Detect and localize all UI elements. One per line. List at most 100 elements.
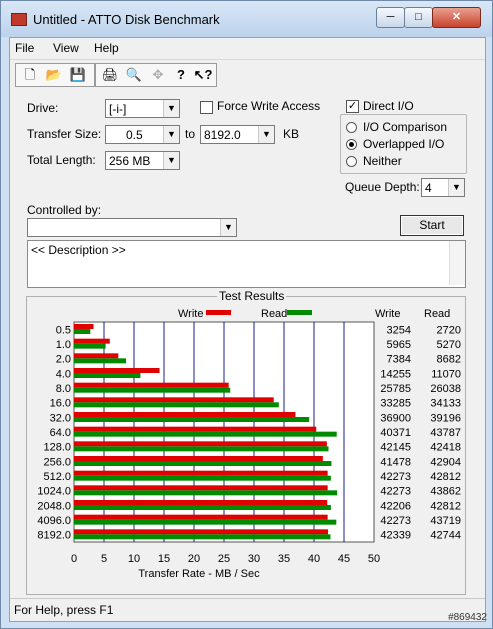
- queue-depth-label: Queue Depth:: [345, 180, 420, 194]
- read-bar: [74, 358, 127, 364]
- read-value: 42812: [430, 500, 461, 512]
- menu-file[interactable]: File: [15, 41, 34, 55]
- description-box[interactable]: << Description >>: [27, 240, 466, 288]
- write-bar: [74, 426, 317, 432]
- total-length-label: Total Length:: [27, 153, 96, 167]
- watermark-text: #869432: [448, 612, 487, 623]
- y-tick-label: 2.0: [56, 354, 71, 366]
- print-icon[interactable]: 🖨: [100, 65, 120, 85]
- read-bar: [74, 490, 338, 496]
- read-value: 39196: [430, 412, 461, 424]
- y-tick-label: 1.0: [56, 339, 71, 351]
- queue-depth-select[interactable]: 4 ▼: [421, 178, 465, 197]
- transfer-to-select[interactable]: 8192.0 ▼: [200, 125, 275, 144]
- print-preview-icon[interactable]: 🔍: [124, 65, 144, 85]
- read-value: 43719: [430, 515, 461, 527]
- chevron-down-icon: ▼: [258, 126, 274, 143]
- x-axis-label: Transfer Rate - MB / Sec: [138, 568, 260, 580]
- y-tick-label: 128.0: [43, 442, 71, 454]
- x-tick-label: 35: [278, 553, 290, 565]
- move-icon[interactable]: ✥: [148, 65, 168, 85]
- save-icon[interactable]: 💾: [68, 65, 88, 85]
- write-value: 42273: [380, 486, 411, 498]
- total-length-select[interactable]: 256 MB ▼: [105, 151, 180, 170]
- read-bar: [74, 519, 337, 525]
- write-bar: [74, 338, 110, 344]
- transfer-to-value: 8192.0: [204, 128, 241, 142]
- context-help-icon[interactable]: ↖?: [193, 65, 213, 85]
- read-value: 8682: [437, 354, 461, 366]
- y-tick-label: 4096.0: [37, 515, 71, 527]
- write-value: 42145: [380, 442, 411, 454]
- write-bar: [74, 397, 274, 403]
- write-value: 36900: [380, 412, 411, 424]
- write-value: 40371: [380, 427, 411, 439]
- neither-radio[interactable]: [346, 156, 357, 167]
- transfer-size-label: Transfer Size:: [27, 127, 102, 141]
- chevron-down-icon: ▼: [163, 126, 179, 143]
- start-button[interactable]: Start: [400, 215, 464, 236]
- y-tick-label: 2048.0: [37, 500, 71, 512]
- write-bar: [74, 514, 328, 520]
- chevron-down-icon: ▼: [220, 219, 236, 236]
- write-value: 7384: [387, 354, 411, 366]
- read-bar: [74, 461, 332, 466]
- transfer-from-value: 0.5: [126, 128, 143, 142]
- write-bar: [74, 470, 328, 476]
- x-tick-label: 15: [158, 553, 170, 565]
- write-column-header: Write: [375, 308, 400, 320]
- force-write-label: Force Write Access: [217, 99, 321, 113]
- drive-select[interactable]: [-i-] ▼: [105, 99, 180, 118]
- direct-io-checkbox[interactable]: ✓: [346, 100, 359, 113]
- write-bar: [74, 324, 94, 329]
- y-tick-label: 64.0: [50, 427, 71, 439]
- write-bar: [74, 529, 329, 535]
- force-write-checkbox[interactable]: [200, 101, 213, 114]
- write-value: 14255: [380, 368, 411, 380]
- write-value: 42273: [380, 471, 411, 483]
- close-button[interactable]: ✕: [432, 7, 481, 28]
- write-value: 42339: [380, 530, 411, 542]
- queue-depth-value: 4: [425, 181, 432, 195]
- menu-view[interactable]: View: [53, 41, 79, 55]
- print-tool-group: 🖨 🔍 ✥ ? ↖?: [95, 63, 217, 87]
- drive-label: Drive:: [27, 101, 59, 115]
- maximize-button[interactable]: □: [404, 7, 433, 28]
- read-value: 34133: [430, 398, 461, 410]
- read-value: 42744: [430, 530, 461, 542]
- app-window: Untitled - ATTO Disk Benchmark ─ □ ✕ Fil…: [0, 0, 493, 629]
- help-icon[interactable]: ?: [171, 65, 191, 85]
- io-comparison-radio[interactable]: [346, 122, 357, 133]
- controlled-by-label: Controlled by:: [27, 203, 102, 217]
- open-folder-icon[interactable]: 📂: [44, 65, 64, 85]
- y-tick-label: 16.0: [50, 398, 71, 410]
- write-bar: [74, 382, 229, 388]
- description-scrollbar[interactable]: [449, 241, 465, 285]
- write-bar: [74, 353, 119, 359]
- test-results-group: Test Results Write Read Write Read 0 5 10 1…: [26, 289, 466, 595]
- chevron-down-icon: ▼: [163, 152, 179, 169]
- read-bar: [74, 505, 331, 510]
- io-comparison-label: I/O Comparison: [363, 120, 448, 134]
- total-length-value: 256 MB: [109, 154, 151, 168]
- read-bar: [74, 446, 329, 452]
- menu-help[interactable]: Help: [94, 41, 119, 55]
- x-tick-label: 5: [101, 553, 107, 565]
- read-bar: [74, 387, 231, 393]
- read-legend-swatch: [287, 310, 312, 315]
- x-tick-label: 45: [338, 553, 350, 565]
- toolbar: 🗋 📂 💾 🖨 🔍 ✥ ? ↖?: [10, 59, 485, 91]
- transfer-from-select[interactable]: 0.5 ▼: [105, 125, 180, 144]
- minimize-button[interactable]: ─: [376, 7, 405, 28]
- write-bar: [74, 500, 328, 505]
- controlled-by-select[interactable]: ▼: [27, 218, 237, 237]
- overlapped-io-radio[interactable]: [346, 139, 357, 150]
- x-tick-label: 30: [248, 553, 260, 565]
- write-bar: [74, 441, 327, 447]
- read-bar: [74, 475, 331, 481]
- read-value: 42812: [430, 471, 461, 483]
- y-tick-label: 0.5: [56, 324, 71, 336]
- write-value: 41478: [380, 456, 411, 468]
- new-file-icon[interactable]: 🗋: [20, 65, 40, 85]
- direct-io-label: Direct I/O: [363, 99, 414, 113]
